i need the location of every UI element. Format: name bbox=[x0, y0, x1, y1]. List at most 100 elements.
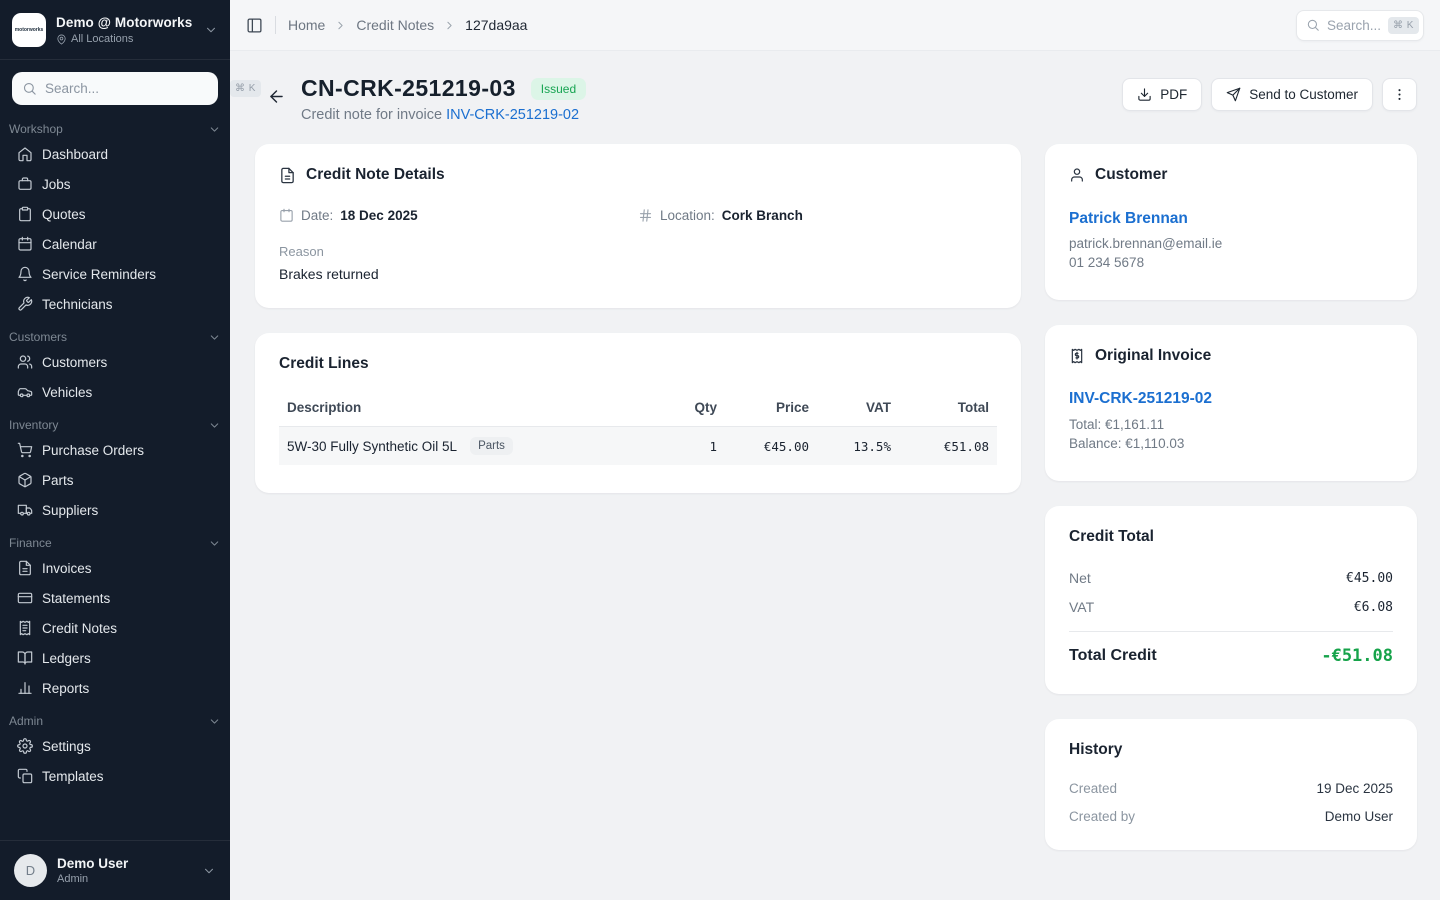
sidebar-item-statements[interactable]: Statements bbox=[8, 583, 222, 613]
breadcrumb: Home Credit Notes 127da9aa bbox=[288, 17, 527, 33]
sidebar-item-label: Reports bbox=[42, 681, 89, 696]
section-inventory[interactable]: Inventory bbox=[8, 407, 222, 435]
sidebar-item-reports[interactable]: Reports bbox=[8, 673, 222, 703]
chevron-down-icon bbox=[204, 23, 218, 37]
org-switcher[interactable]: motorworks Demo @ Motorworks All Locatio… bbox=[0, 0, 230, 60]
original-invoice-card: Original Invoice INV-CRK-251219-02 Total… bbox=[1045, 325, 1417, 481]
org-info: Demo @ Motorworks All Locations bbox=[56, 15, 194, 45]
sidebar-item-suppliers[interactable]: Suppliers bbox=[8, 495, 222, 525]
section-workshop[interactable]: Workshop bbox=[8, 111, 222, 139]
credit-card-icon bbox=[17, 590, 33, 606]
package-icon bbox=[17, 472, 33, 488]
file-text-icon bbox=[17, 560, 33, 576]
user-menu[interactable]: D Demo User Admin bbox=[0, 840, 230, 900]
sidebar-item-parts[interactable]: Parts bbox=[8, 465, 222, 495]
line-total: €51.08 bbox=[891, 439, 989, 454]
location-label: Location: bbox=[660, 208, 715, 223]
divider bbox=[275, 16, 276, 34]
col-vat: VAT bbox=[809, 400, 891, 415]
customer-card: Customer Patrick Brennan patrick.brennan… bbox=[1045, 144, 1417, 300]
book-open-icon bbox=[17, 650, 33, 666]
chevron-right-icon bbox=[334, 19, 347, 32]
sidebar-item-settings[interactable]: Settings bbox=[8, 731, 222, 761]
sidebar-item-calendar[interactable]: Calendar bbox=[8, 229, 222, 259]
vat-row: VAT €6.08 bbox=[1069, 599, 1393, 615]
invoice-link[interactable]: INV-CRK-251219-02 bbox=[446, 107, 579, 123]
bar-chart-icon bbox=[17, 680, 33, 696]
section-label: Finance bbox=[9, 536, 52, 550]
more-actions-button[interactable] bbox=[1382, 78, 1417, 111]
sidebar-search-input[interactable] bbox=[45, 81, 222, 96]
bell-icon bbox=[17, 266, 33, 282]
sidebar-item-label: Quotes bbox=[42, 207, 86, 222]
total-credit-value: -€51.08 bbox=[1321, 646, 1393, 666]
date-field: Date: 18 Dec 2025 bbox=[279, 208, 638, 223]
sidebar-item-purchase-orders[interactable]: Purchase Orders bbox=[8, 435, 222, 465]
credit-lines-card: Credit Lines Description Qty Price VAT T… bbox=[255, 333, 1021, 493]
calendar-icon bbox=[17, 236, 33, 252]
send-button-label: Send to Customer bbox=[1249, 87, 1358, 102]
card-title: History bbox=[1069, 741, 1122, 759]
card-title: Customer bbox=[1095, 166, 1167, 184]
created-by-value: Demo User bbox=[1325, 809, 1393, 824]
sidebar-item-label: Credit Notes bbox=[42, 621, 117, 636]
gear-icon bbox=[17, 738, 33, 754]
section-label: Workshop bbox=[9, 122, 63, 136]
avatar: D bbox=[14, 854, 47, 887]
section-admin[interactable]: Admin bbox=[8, 703, 222, 731]
line-description: 5W-30 Fully Synthetic Oil 5L bbox=[287, 439, 457, 454]
sidebar-item-credit-notes[interactable]: Credit Notes bbox=[8, 613, 222, 643]
table-row: 5W-30 Fully Synthetic Oil 5L Parts 1 €45… bbox=[279, 427, 997, 465]
section-finance[interactable]: Finance bbox=[8, 525, 222, 553]
sidebar-toggle-button[interactable] bbox=[246, 17, 263, 34]
sidebar-item-invoices[interactable]: Invoices bbox=[8, 553, 222, 583]
sidebar-item-technicians[interactable]: Technicians bbox=[8, 289, 222, 319]
topbar: Home Credit Notes 127da9aa Search... ⌘ K bbox=[230, 0, 1440, 51]
sidebar-item-templates[interactable]: Templates bbox=[8, 761, 222, 791]
users-icon bbox=[17, 354, 33, 370]
original-invoice-link[interactable]: INV-CRK-251219-02 bbox=[1069, 390, 1393, 408]
breadcrumb-home[interactable]: Home bbox=[288, 17, 325, 33]
col-qty: Qty bbox=[647, 400, 717, 415]
credit-lines-table: Description Qty Price VAT Total 5W-30 Fu… bbox=[279, 391, 997, 465]
panel-left-icon bbox=[246, 17, 263, 34]
pdf-button-label: PDF bbox=[1160, 87, 1187, 102]
user-icon bbox=[1069, 167, 1085, 183]
line-price: €45.00 bbox=[717, 439, 809, 454]
global-search-shortcut: ⌘ K bbox=[1388, 17, 1419, 34]
col-total: Total bbox=[891, 400, 989, 415]
sidebar-item-quotes[interactable]: Quotes bbox=[8, 199, 222, 229]
customer-name-link[interactable]: Patrick Brennan bbox=[1069, 210, 1393, 228]
sidebar-nav: Workshop Dashboard Jobs Quotes Calendar bbox=[0, 109, 230, 840]
sidebar-item-dashboard[interactable]: Dashboard bbox=[8, 139, 222, 169]
sidebar-item-customers[interactable]: Customers bbox=[8, 347, 222, 377]
sidebar-item-label: Vehicles bbox=[42, 385, 92, 400]
wrench-icon bbox=[17, 296, 33, 312]
send-to-customer-button[interactable]: Send to Customer bbox=[1211, 78, 1373, 111]
status-badge: Issued bbox=[531, 78, 586, 100]
copy-icon bbox=[17, 768, 33, 784]
sidebar-item-service-reminders[interactable]: Service Reminders bbox=[8, 259, 222, 289]
location-field: Location: Cork Branch bbox=[638, 208, 997, 223]
send-icon bbox=[1226, 87, 1241, 102]
pdf-button[interactable]: PDF bbox=[1122, 78, 1202, 111]
sidebar-item-ledgers[interactable]: Ledgers bbox=[8, 643, 222, 673]
subtitle-text: Credit note for invoice bbox=[301, 107, 442, 123]
sidebar-search[interactable]: ⌘ K bbox=[12, 72, 218, 105]
breadcrumb-credit-notes[interactable]: Credit Notes bbox=[356, 17, 434, 33]
receipt-icon bbox=[17, 620, 33, 636]
global-search[interactable]: Search... ⌘ K bbox=[1296, 10, 1424, 41]
sidebar-item-jobs[interactable]: Jobs bbox=[8, 169, 222, 199]
back-button[interactable] bbox=[267, 87, 286, 106]
customer-email: patrick.brennan@email.ie bbox=[1069, 236, 1393, 251]
sidebar: motorworks Demo @ Motorworks All Locatio… bbox=[0, 0, 230, 900]
arrow-left-icon bbox=[267, 87, 286, 106]
section-label: Inventory bbox=[9, 418, 58, 432]
user-info: Demo User Admin bbox=[57, 856, 192, 885]
created-label: Created bbox=[1069, 781, 1117, 796]
table-header: Description Qty Price VAT Total bbox=[279, 391, 997, 427]
date-label: Date: bbox=[301, 208, 333, 223]
section-label: Admin bbox=[9, 714, 43, 728]
section-customers[interactable]: Customers bbox=[8, 319, 222, 347]
sidebar-item-vehicles[interactable]: Vehicles bbox=[8, 377, 222, 407]
